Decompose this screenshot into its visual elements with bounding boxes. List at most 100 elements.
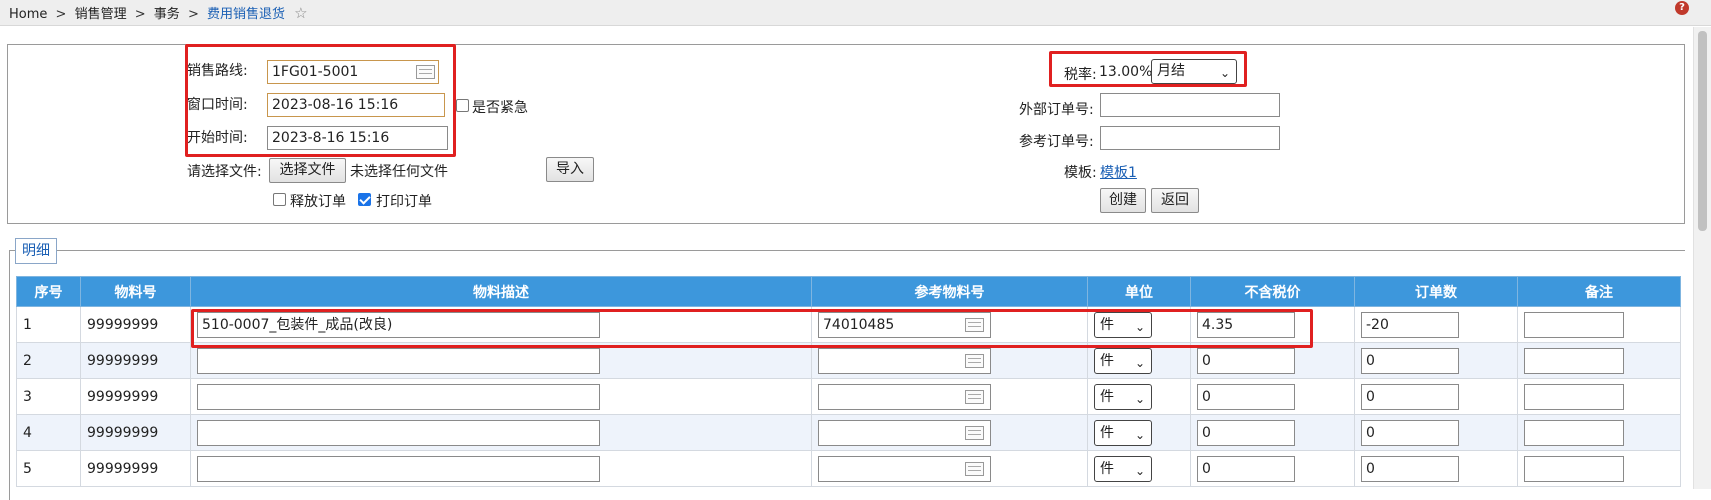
lookup-icon[interactable] (965, 461, 984, 476)
external-order-label: 外部订单号: (1019, 102, 1094, 118)
breadcrumb-separator: > (55, 7, 67, 22)
breadcrumb-current: 费用销售退货 (206, 7, 285, 22)
price-input[interactable]: 0 (1197, 419, 1295, 446)
unit-select[interactable]: 件 ⌄ (1094, 383, 1152, 410)
unit-select[interactable]: 件 ⌄ (1094, 311, 1152, 338)
remark-input[interactable] (1524, 455, 1624, 482)
unit-select[interactable]: 件 ⌄ (1094, 347, 1152, 374)
help-icon[interactable]: ? (1675, 1, 1689, 15)
settlement-value: 月结 (1157, 63, 1185, 79)
window-time-input[interactable] (267, 93, 445, 117)
column-header-ref-material: 参考物料号 (811, 276, 1088, 307)
remark-input[interactable] (1524, 383, 1624, 410)
price-input[interactable]: 0 (1197, 455, 1295, 482)
lookup-icon[interactable] (416, 65, 435, 79)
qty-input[interactable]: 0 (1361, 455, 1459, 482)
reference-order-input[interactable] (1100, 126, 1280, 150)
vertical-scrollbar[interactable] (1693, 27, 1711, 489)
release-order-label: 释放订单 (290, 194, 346, 210)
external-order-input[interactable] (1100, 93, 1280, 117)
lookup-icon[interactable] (965, 425, 984, 440)
no-file-text: 未选择任何文件 (350, 164, 448, 180)
release-order-checkbox[interactable] (273, 193, 286, 206)
qty-input[interactable]: -20 (1361, 311, 1459, 338)
settlement-select[interactable]: 月结 ⌄ (1151, 59, 1237, 84)
breadcrumb-sales[interactable]: 销售管理 (75, 7, 127, 22)
price-input[interactable]: 4.35 (1197, 311, 1295, 338)
unit-select[interactable]: 件 ⌄ (1094, 455, 1152, 482)
tax-label: 税率: (1064, 67, 1097, 83)
create-button[interactable]: 创建 (1100, 188, 1146, 213)
column-header-qty: 订单数 (1354, 276, 1518, 307)
description-input[interactable]: 510-0007_包装件_成品(改良) (197, 311, 600, 338)
column-header-price: 不含税价 (1190, 276, 1355, 307)
breadcrumb-separator: > (187, 7, 199, 22)
remark-input[interactable] (1524, 311, 1624, 338)
column-header-description: 物料描述 (190, 276, 812, 307)
start-time-label: 开始时间: (187, 130, 248, 146)
price-input[interactable]: 0 (1197, 383, 1295, 410)
template-link[interactable]: 模板1 (1100, 162, 1137, 182)
back-button[interactable]: 返回 (1151, 188, 1199, 213)
star-icon[interactable]: ☆ (294, 6, 307, 21)
breadcrumb-home[interactable]: Home (9, 7, 47, 22)
table-row: 3 99999999 件 ⌄ 0 0 (16, 378, 1681, 415)
ref-material-input[interactable] (818, 383, 991, 410)
scrollbar-thumb[interactable] (1698, 31, 1707, 231)
description-input[interactable] (197, 383, 600, 410)
route-input[interactable] (267, 60, 439, 84)
description-input[interactable] (197, 419, 600, 446)
chevron-down-icon: ⌄ (1134, 319, 1145, 334)
chevron-down-icon: ⌄ (1134, 463, 1145, 478)
reference-order-label: 参考订单号: (1019, 134, 1094, 150)
lookup-icon[interactable] (965, 353, 984, 368)
lookup-icon[interactable] (965, 389, 984, 404)
qty-input[interactable]: 0 (1361, 419, 1459, 446)
choose-file-button[interactable]: 选择文件 (269, 158, 346, 183)
remark-input[interactable] (1524, 347, 1624, 374)
unit-value: 件 (1100, 460, 1114, 477)
breadcrumb: Home > 销售管理 > 事务 > 费用销售退货 ☆ (9, 3, 308, 23)
unit-value: 件 (1100, 352, 1114, 369)
price-input[interactable]: 0 (1197, 347, 1295, 374)
row-seq: 1 (16, 306, 81, 343)
description-input[interactable] (197, 347, 600, 374)
column-header-seq: 序号 (16, 276, 81, 307)
column-header-remark: 备注 (1517, 276, 1681, 307)
ref-material-value: 74010485 (823, 316, 895, 333)
row-material: 99999999 (80, 342, 191, 379)
column-header-material: 物料号 (80, 276, 191, 307)
ref-material-input[interactable]: 74010485 (818, 311, 991, 338)
breadcrumb-transactions[interactable]: 事务 (154, 7, 180, 22)
start-time-input[interactable] (267, 126, 448, 150)
ref-material-input[interactable] (818, 347, 991, 374)
unit-value: 件 (1100, 388, 1114, 405)
unit-value: 件 (1100, 316, 1114, 333)
row-material: 99999999 (80, 450, 191, 487)
table-row: 4 99999999 件 ⌄ 0 0 (16, 414, 1681, 451)
import-button[interactable]: 导入 (546, 157, 594, 182)
print-order-label: 打印订单 (376, 194, 432, 210)
window-time-label: 窗口时间: (187, 97, 248, 113)
top-bar: Home > 销售管理 > 事务 > 费用销售退货 ☆ ? (0, 0, 1711, 26)
ref-material-input[interactable] (818, 455, 991, 482)
lookup-icon[interactable] (965, 317, 984, 332)
description-input[interactable] (197, 455, 600, 482)
ref-material-input[interactable] (818, 419, 991, 446)
table-row: 2 99999999 件 ⌄ 0 0 (16, 342, 1681, 379)
qty-input[interactable]: 0 (1361, 347, 1459, 374)
chevron-down-icon: ⌄ (1219, 66, 1230, 80)
urgent-label: 是否紧急 (472, 100, 528, 116)
detail-table: 序号 物料号 物料描述 参考物料号 单位 不含税价 订单数 备注 1 99999… (16, 276, 1681, 487)
tax-value: 13.00% (1099, 64, 1153, 80)
remark-input[interactable] (1524, 419, 1624, 446)
row-seq: 2 (16, 342, 81, 379)
unit-select[interactable]: 件 ⌄ (1094, 419, 1152, 446)
row-material: 99999999 (80, 378, 191, 415)
urgent-checkbox[interactable] (456, 99, 469, 112)
qty-input[interactable]: 0 (1361, 383, 1459, 410)
row-material: 99999999 (80, 414, 191, 451)
table-row: 5 99999999 件 ⌄ 0 0 (16, 450, 1681, 487)
route-label: 销售路线: (187, 63, 248, 79)
print-order-checkbox[interactable] (358, 193, 371, 206)
